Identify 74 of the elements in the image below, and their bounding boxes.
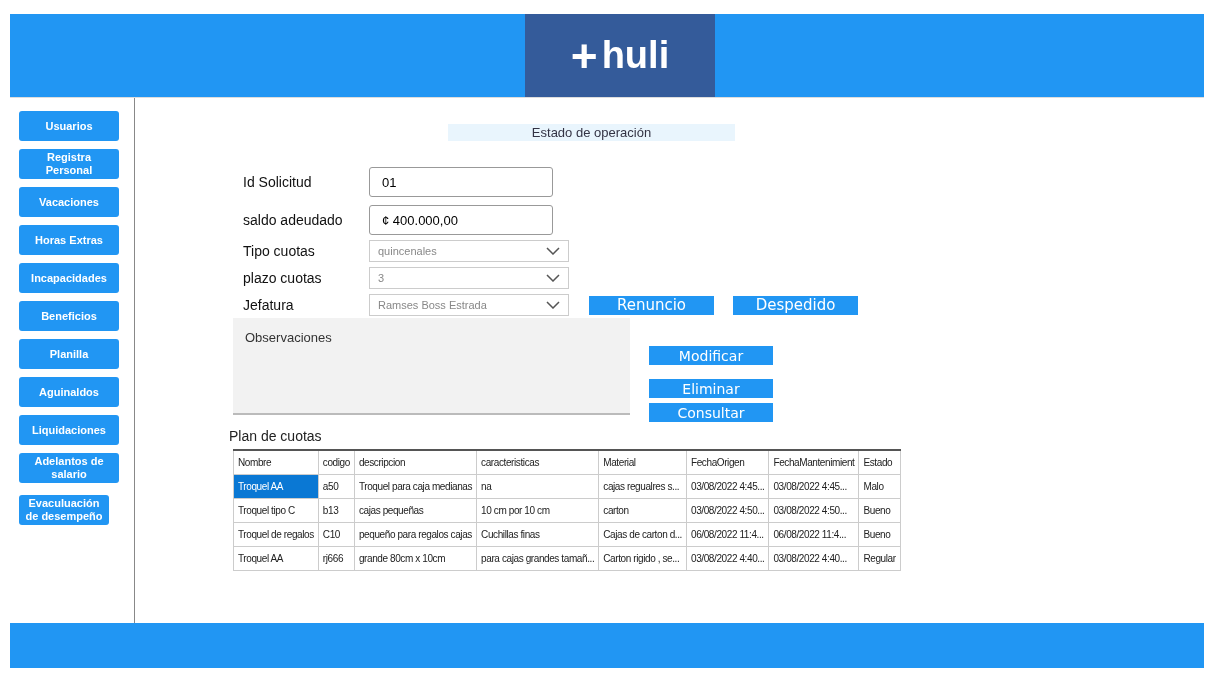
column-header[interactable]: FechaOrigen [686,450,769,475]
table-cell: 03/08/2022 4:40... [768,546,859,571]
table-cell: a50 [318,474,355,499]
sidebar-button[interactable]: Vacaciones [19,187,119,217]
field-label: plazo cuotas [242,270,323,286]
table-cell: Troquel para caja medianas [354,474,477,499]
table-cell: 03/08/2022 4:50... [768,498,859,523]
logo-text: huli [601,34,670,77]
table-cell: 06/08/2022 11:4... [768,522,859,547]
table-title: Plan de cuotas [229,428,323,444]
sidebar-button[interactable]: Beneficios [19,301,119,331]
form-title: Estado de operación [448,124,735,141]
table-cell: 10 cm por 10 cm [476,498,599,523]
field-label: Tipo cuotas [242,243,316,259]
sidebar-button[interactable]: Incapacidades [19,263,119,293]
table-cell: Regular [858,546,901,571]
action-button[interactable]: Eliminar [649,379,773,398]
table-cell: Cuchillas finas [476,522,599,547]
logo-mark: + [570,32,598,79]
table-cell: Bueno [858,498,901,523]
column-header[interactable]: caracteristicas [476,450,599,475]
chevron-down-icon [546,274,560,282]
table-cell: Carton rigido , se... [598,546,687,571]
table-cell: carton [598,498,687,523]
dropdown[interactable]: 3 [369,267,569,289]
sidebar-button[interactable]: Planilla [19,339,119,369]
sidebar-button[interactable]: Usuarios [19,111,119,141]
input-field[interactable]: 01 [369,167,553,197]
action-button[interactable]: Consultar [649,403,773,422]
chevron-down-icon [546,247,560,255]
table-cell: para cajas grandes tamañ... [476,546,599,571]
table-cell: na [476,474,599,499]
column-header[interactable]: Estado [858,450,901,475]
table-cell: Cajas de carton d... [598,522,687,547]
field-label: saldo adeudado [242,212,344,228]
column-header[interactable]: descripcion [354,450,477,475]
sidebar-button[interactable]: Liquidaciones [19,415,119,445]
table-cell: Troquel AA [233,546,319,571]
sidebar-button[interactable]: Evaculuación de desempeño [19,495,109,525]
table-cell: 03/08/2022 4:45... [768,474,859,499]
sidebar-button[interactable]: Adelantos de salario [19,453,119,483]
table-cell: 06/08/2022 11:4... [686,522,769,547]
table-cell: Malo [858,474,901,499]
column-header[interactable]: codigo [318,450,355,475]
table-cell: Bueno [858,522,901,547]
table-cell: rj666 [318,546,355,571]
table-cell: 03/08/2022 4:50... [686,498,769,523]
observations-field[interactable]: Observaciones [233,318,630,415]
sidebar-button[interactable]: Aguinaldos [19,377,119,407]
dropdown[interactable]: Ramses Boss Estrada [369,294,569,316]
sidebar-button[interactable]: Horas Extras [19,225,119,255]
action-button[interactable]: Modificar [649,346,773,365]
field-label: Jefatura [242,297,295,313]
table-cell: grande 80cm x 10cm [354,546,477,571]
column-header[interactable]: Nombre [233,450,319,475]
table-cell: 03/08/2022 4:45... [686,474,769,499]
table-cell: 03/08/2022 4:40... [686,546,769,571]
input-field[interactable]: ¢ 400.000,00 [369,205,553,235]
column-header[interactable]: FechaMantenimient [768,450,859,475]
sidebar-button[interactable]: Registra Personal [19,149,119,179]
table-cell: Troquel de regalos [233,522,319,547]
status-button[interactable]: Despedido [733,295,858,315]
column-header[interactable]: Material [598,450,687,475]
table-cell: cajas regualres s... [598,474,687,499]
field-label: Id Solicitud [242,174,313,190]
table-cell: cajas pequeñas [354,498,477,523]
table-cell: pequeño para regalos cajas [354,522,477,547]
chevron-down-icon [546,301,560,309]
table-cell: Troquel AA [233,474,319,499]
status-button[interactable]: Renuncio [589,295,714,315]
table-cell: Troquel tipo C [233,498,319,523]
table-cell: C10 [318,522,355,547]
dropdown[interactable]: quincenales [369,240,569,262]
table-cell: b13 [318,498,355,523]
